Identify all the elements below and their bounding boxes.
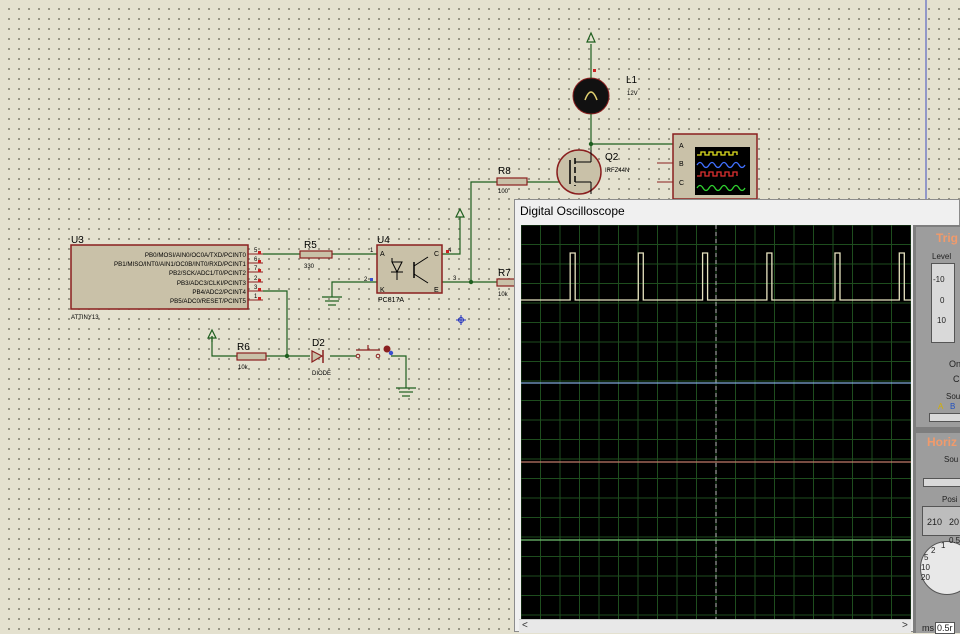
ground-symbol[interactable] [396,387,416,397]
source-channel-b[interactable]: B [950,402,955,411]
scope-input-c: C [679,180,684,187]
u3-pin-label: PB4/ADC2/PCINT4 [192,289,246,296]
u3-microcontroller[interactable]: U3 ATTINY13 PB0/MOSI/AIN0/OC0A/TXD/PCINT… [70,235,263,321]
dial-tick: 10 [921,563,930,572]
u3-pin-label: PB0/MOSI/AIN0/OC0A/TXD/PCINT0 [145,252,247,259]
u3-pin-num: 5 [254,248,258,254]
u4-ref: U4 [377,235,390,246]
source-channel-a[interactable]: A [938,402,943,411]
r6-value: 10k [238,365,249,371]
crosshair-cursor [456,315,466,325]
c-label: C [953,374,960,384]
position-label: Posi [942,495,958,504]
h-source-selector[interactable] [923,478,960,487]
horizontal-label: Horiz [927,435,957,449]
resistor-r8[interactable]: R8 100 [496,166,528,195]
dial-tick: 1 [941,541,946,550]
u3-ref: U3 [71,235,84,246]
diode-d2[interactable]: D2 DIODE [311,338,331,377]
resistor-r5[interactable]: R5 330 [299,240,333,270]
h-source-label: Sou [944,455,959,464]
oscilloscope-window[interactable]: Digital Oscilloscope < > Trig Level -10 … [514,199,960,634]
scope-input-b: B [679,161,684,168]
u4-pin-a: A [380,251,385,258]
trigger-section: Trig Level -10 0 10 On C Sou A B [916,227,960,427]
source-selector[interactable] [929,413,960,422]
junction-dot [588,141,594,147]
power-terminal[interactable] [455,207,465,218]
timebase-value: 0.5r [935,622,955,634]
d2-ref: D2 [312,338,325,349]
lamp-l1[interactable]: L1 12V [572,69,638,118]
u3-pin-num: 1 [254,294,258,300]
control-panel: Trig Level -10 0 10 On C Sou A B Horiz S… [913,225,960,634]
u3-pin-num: 6 [254,257,258,263]
window-title: Digital Oscilloscope [520,204,625,218]
u3-pin-label: PB2/SCK/ADC1/T0/PCINT2 [169,270,247,277]
r8-ref: R8 [498,166,511,177]
u3-pin-num: 3 [254,285,258,291]
scope-screen[interactable] [520,224,912,619]
resistor-r6[interactable]: R6 10k [236,342,267,371]
r7-value: 10k [498,292,509,298]
u3-pin-label: PB5/ADC0/RESET/PCINT5 [170,298,247,305]
position-value: 210 [927,517,943,527]
r5-ref: R5 [304,240,317,251]
r8-value: 100 [498,189,509,195]
q2-ref: Q2 [605,152,619,163]
u3-pin-label: PB1/MISO/INT0/AIN1/OC0B/INT0/RXD/PCINT1 [114,261,247,268]
u4-part: PC817A [378,297,404,304]
d2-part: DIODE [312,371,331,377]
u3-pin-num: 2 [254,276,258,282]
dial-tick: 20 [921,573,930,582]
dial-tick: 5 [924,553,929,562]
q2-part: IRFZ44N [605,168,629,174]
mosfet-q2[interactable]: Q2 IRFZ44N [556,149,629,195]
position-value-2: 20 [949,517,960,527]
horizontal-scrollbar[interactable]: < > [519,619,911,633]
push-button[interactable] [355,345,394,359]
source-label: Sou [946,392,960,401]
optocoupler-u4[interactable]: U4 PC817A A K C E 1 2 3 4 [364,235,457,304]
r6-ref: R6 [237,342,250,353]
level-tick: 10 [937,316,946,325]
scope-input-a: A [679,143,684,150]
l1-value: 12V [627,91,638,97]
on-label: On [949,359,960,369]
u4-pin-num: 3 [453,276,457,282]
r5-value: 330 [304,264,315,270]
u4-pin-k: K [380,287,385,294]
power-terminal[interactable] [207,328,217,342]
ground-symbol[interactable] [322,296,342,306]
u4-pin-num: 1 [370,248,374,254]
junction-dot [284,353,290,359]
level-tick: -10 [933,275,945,284]
dial-tick: 2 [931,546,936,555]
level-tick: 0 [940,296,945,305]
level-label: Level [932,252,952,261]
r7-ref: R7 [498,268,511,279]
l1-ref: L1 [626,75,638,86]
power-terminal[interactable] [586,31,596,43]
u4-pin-e: E [434,287,439,294]
junction-dot [468,279,474,285]
dial-tick: 0.5 [949,536,960,545]
u3-pin-label: PB3/ADC3/CLKI/PCINT3 [177,280,247,287]
scope-display [520,224,912,619]
u3-part: ATTINY13 [71,315,99,321]
trigger-label: Trig [936,231,959,245]
scroll-left-icon[interactable]: < [522,620,528,632]
u3-pin-num: 7 [254,266,258,272]
horizontal-section: Horiz Sou Posi 210 20 20 10 5 2 1 0.5 ms… [916,433,960,634]
u4-pin-c: C [434,251,439,258]
scroll-right-icon[interactable]: > [902,620,908,632]
